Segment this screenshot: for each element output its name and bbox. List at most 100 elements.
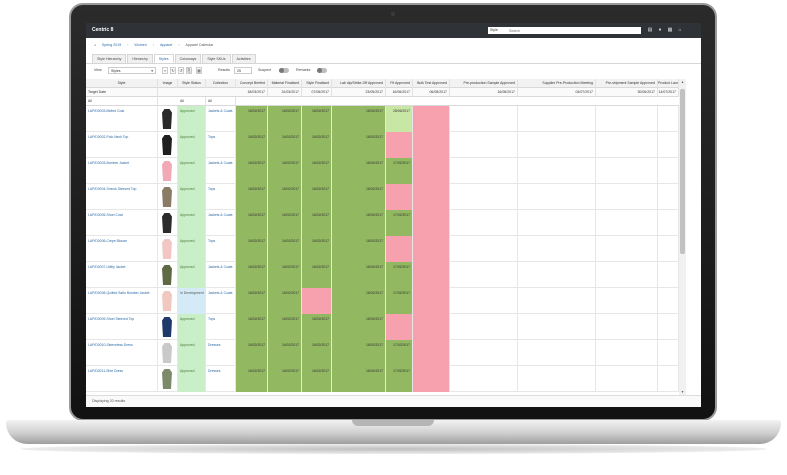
collection-cell[interactable]: Tops: [206, 236, 236, 262]
milestone-cell[interactable]: [413, 366, 450, 392]
breadcrumb-item[interactable]: Apparel: [160, 43, 172, 47]
milestone-cell[interactable]: [518, 288, 596, 314]
milestone-cell[interactable]: [450, 314, 518, 340]
milestone-cell[interactable]: [450, 132, 518, 158]
breadcrumb-item[interactable]: Spring 2019: [102, 43, 121, 47]
milestone-cell[interactable]: 16/02/2017: [236, 314, 268, 340]
milestone-cell[interactable]: 16/02/2017: [268, 106, 302, 132]
column-header[interactable]: Bulk Test Approved: [413, 79, 450, 88]
table-row[interactable]: LAP/D0007-Utility Jacket Approved Jackets …: [86, 262, 679, 288]
table-row[interactable]: LAP/D0008-Quilted Satin Bomber Jacket In …: [86, 288, 679, 314]
milestone-cell[interactable]: [596, 288, 658, 314]
milestone-cell[interactable]: [413, 106, 450, 132]
milestone-cell[interactable]: 16/02/2017: [268, 184, 302, 210]
status-cell[interactable]: Approved: [178, 158, 206, 184]
milestone-cell[interactable]: 16/02/2017: [332, 106, 386, 132]
style-link[interactable]: LAP/D0006-Crepe Blouse: [86, 236, 158, 262]
style-link[interactable]: LAP/D0004-Smock Sleeved Top: [86, 184, 158, 210]
milestone-cell[interactable]: [596, 314, 658, 340]
column-header[interactable]: Style: [86, 79, 158, 88]
collection-cell[interactable]: Tops: [206, 132, 236, 158]
style-link[interactable]: LAP/D0003-Bomber Jacket: [86, 158, 158, 184]
status-cell[interactable]: Approved: [178, 106, 206, 132]
export-icon[interactable]: ⎘: [186, 67, 192, 74]
milestone-cell[interactable]: [658, 236, 679, 262]
milestone-cell[interactable]: [518, 106, 596, 132]
tab-item[interactable]: Hierarchy: [127, 54, 153, 63]
collection-cell[interactable]: Jackets & Coats: [206, 106, 236, 132]
milestone-cell[interactable]: 16/02/2017: [268, 132, 302, 158]
status-cell[interactable]: Approved: [178, 210, 206, 236]
column-filter[interactable]: All: [86, 97, 158, 106]
column-header[interactable]: Lab dip/Strike-Off Approved: [332, 79, 386, 88]
milestone-cell[interactable]: [413, 158, 450, 184]
column-header[interactable]: Collection: [206, 79, 236, 88]
remarks-toggle[interactable]: [317, 68, 327, 73]
milestone-cell[interactable]: [450, 262, 518, 288]
style-link[interactable]: LAP/D0008-Quilted Satin Bomber Jacket: [86, 288, 158, 314]
search-scope-select[interactable]: Style: [488, 27, 506, 34]
milestone-cell[interactable]: [386, 314, 413, 340]
column-header[interactable]: Concept Briefed: [236, 79, 268, 88]
table-row[interactable]: LAP/D0003-Belted Coat Approved Jackets & C…: [86, 106, 679, 132]
collection-cell[interactable]: Tops: [206, 184, 236, 210]
milestone-cell[interactable]: 16/02/2017: [268, 158, 302, 184]
column-header[interactable]: Style Status: [178, 79, 206, 88]
table-row[interactable]: LAP/D0003-Bomber Jacket Approved Jackets &…: [86, 158, 679, 184]
milestone-cell[interactable]: 16/02/2017: [268, 288, 302, 314]
column-header[interactable]: Pre-shipment Sample Approved: [596, 79, 658, 88]
filter-icon[interactable]: ▿: [162, 67, 168, 74]
style-link[interactable]: LAP/D0011-Shirt Dress: [86, 366, 158, 392]
home-icon[interactable]: ⌂: [677, 27, 683, 33]
milestone-cell[interactable]: [450, 184, 518, 210]
milestone-cell[interactable]: 16/02/2017: [332, 210, 386, 236]
vertical-scrollbar[interactable]: ▴ ▾: [679, 79, 686, 395]
milestone-cell[interactable]: [413, 210, 450, 236]
milestone-cell[interactable]: 17/02/2017: [386, 288, 413, 314]
milestone-cell[interactable]: [658, 314, 679, 340]
back-icon[interactable]: ◂: [94, 43, 96, 47]
milestone-cell[interactable]: [518, 236, 596, 262]
milestone-cell[interactable]: [450, 366, 518, 392]
milestone-cell[interactable]: 17/02/2017: [386, 340, 413, 366]
milestone-cell[interactable]: [450, 236, 518, 262]
scroll-thumb[interactable]: [680, 89, 685, 254]
milestone-cell[interactable]: 17/02/2017: [386, 366, 413, 392]
tab-item[interactable]: Style SKUs: [202, 54, 231, 63]
milestone-cell[interactable]: 16/02/2017: [236, 288, 268, 314]
milestone-cell[interactable]: [658, 210, 679, 236]
milestone-cell[interactable]: [596, 366, 658, 392]
milestone-cell[interactable]: [658, 184, 679, 210]
milestone-cell[interactable]: [450, 340, 518, 366]
suspect-toggle[interactable]: [279, 68, 289, 73]
table-row[interactable]: LAP/D0002-Polo Neck Top Approved Tops 16/02…: [86, 132, 679, 158]
undo-icon[interactable]: ↺: [178, 67, 184, 74]
scroll-up-icon[interactable]: ▴: [679, 79, 686, 85]
milestone-cell[interactable]: 16/02/2017: [236, 366, 268, 392]
milestone-cell[interactable]: [658, 132, 679, 158]
milestone-cell[interactable]: [596, 132, 658, 158]
column-filter[interactable]: All: [206, 97, 236, 106]
milestone-cell[interactable]: [596, 184, 658, 210]
document-icon[interactable]: ▤: [647, 27, 653, 33]
style-link[interactable]: LAP/D0005-Short Coat: [86, 210, 158, 236]
milestone-cell[interactable]: [413, 132, 450, 158]
milestone-cell[interactable]: 16/02/2017: [302, 184, 332, 210]
milestone-cell[interactable]: [518, 366, 596, 392]
milestone-cell[interactable]: 16/02/2017: [236, 158, 268, 184]
milestone-cell[interactable]: 16/02/2017: [332, 236, 386, 262]
milestone-cell[interactable]: [386, 184, 413, 210]
milestone-cell[interactable]: 16/02/2017: [332, 340, 386, 366]
milestone-cell[interactable]: [386, 236, 413, 262]
milestone-cell[interactable]: 16/02/2017: [236, 106, 268, 132]
milestone-cell[interactable]: [518, 340, 596, 366]
milestone-cell[interactable]: 17/02/2017: [386, 262, 413, 288]
status-cell[interactable]: Approved: [178, 340, 206, 366]
column-header[interactable]: Fit Approved: [386, 79, 413, 88]
tab-item[interactable]: Activities: [231, 54, 256, 63]
milestone-cell[interactable]: [658, 366, 679, 392]
results-select[interactable]: 25: [234, 67, 252, 74]
status-cell[interactable]: Approved: [178, 366, 206, 392]
milestone-cell[interactable]: 16/02/2017: [268, 314, 302, 340]
milestone-cell[interactable]: [302, 288, 332, 314]
